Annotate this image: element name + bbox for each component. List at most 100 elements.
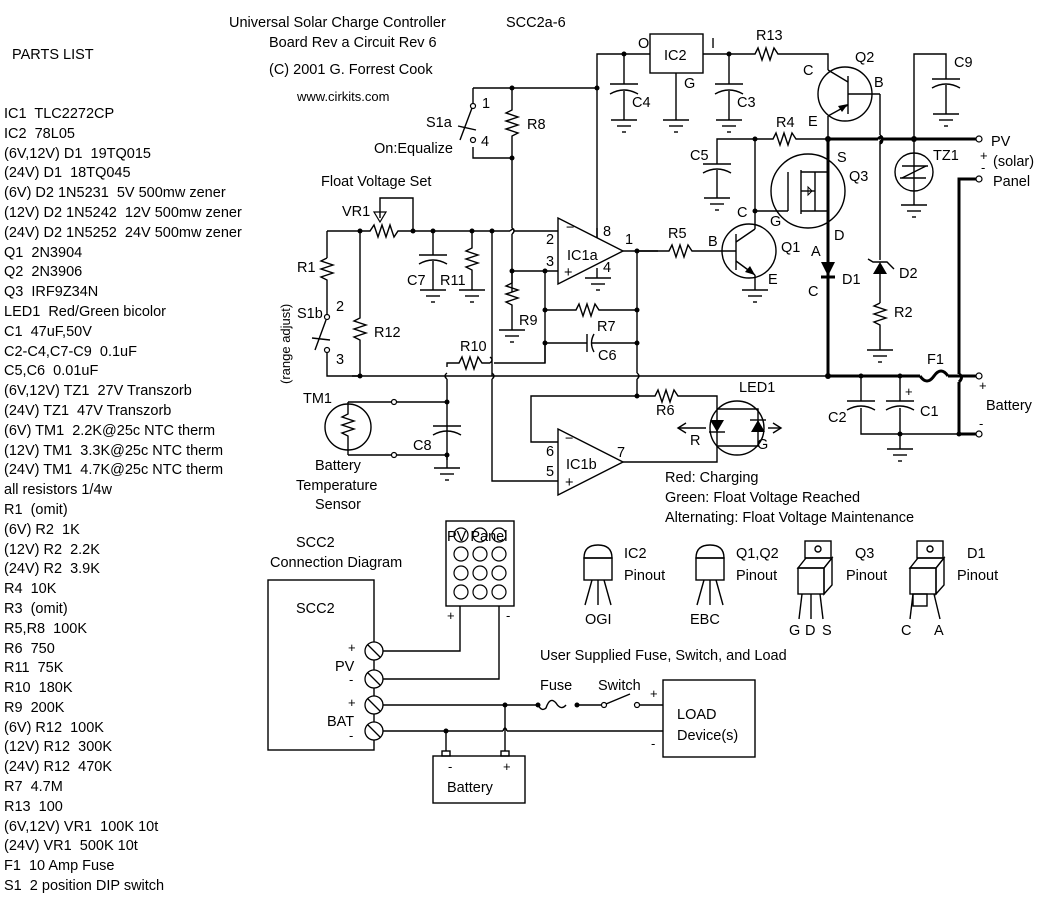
resistor-r8: R8 (503, 88, 546, 158)
pv-cell (472, 584, 488, 600)
temp-sensor-label-3: Sensor (315, 497, 361, 513)
pinout-ic2: OGI IC2 Pinout (583, 544, 665, 628)
header-copyright: (C) 2001 G. Forrest Cook (269, 62, 433, 78)
pv-cell (491, 584, 507, 600)
pv-minus-terminal-label: - (349, 672, 353, 687)
q3-pinout-caption: Pinout (846, 568, 887, 584)
resistor-r5: R5 (637, 226, 706, 260)
potentiometer-vr1: VR1 (327, 197, 414, 240)
resistor-r13: R13 (752, 28, 829, 70)
c2-label: C2 (828, 410, 847, 426)
parts-list-item: (24V) VR1 500K 10t (4, 838, 138, 855)
ic1b-pin6: 6 (546, 444, 554, 460)
resistor-r10: R10 (446, 339, 546, 372)
led-legend-alternating: Alternating: Float Voltage Maintenance (665, 510, 914, 526)
ic1a-pin3: 3 (546, 254, 554, 270)
pv-plus-terminal-label: + (348, 640, 356, 655)
q2-e-label: E (808, 114, 818, 130)
q1-b-label: B (708, 234, 718, 250)
r11-label: R11 (440, 273, 466, 289)
q1-q2-pinout-pins: EBC (690, 612, 720, 628)
connection-title-1: SCC2 (296, 535, 335, 551)
pinout-q1-q2: EBC Q1,Q2 Pinout (690, 544, 779, 628)
r9-label: R9 (519, 313, 538, 329)
q1-c-label: C (737, 205, 747, 221)
led-legend-green: Green: Float Voltage Reached (665, 490, 860, 506)
pv-cell (472, 565, 488, 581)
battery-terminal-plus: + (503, 759, 511, 774)
led1-bicolor: LED1 R G (676, 380, 783, 456)
d1-pinout-name: D1 (967, 546, 986, 562)
pinout-q3: G D S Q3 Pinout (789, 540, 887, 639)
ic2-o-label: O (638, 36, 649, 52)
battery-label: Battery (986, 398, 1033, 414)
capacitor-c5: C5 (690, 138, 755, 211)
s1b-label: S1b (297, 306, 323, 322)
ic2-label: IC2 (664, 48, 687, 64)
r7-label: R7 (597, 319, 616, 335)
opamp-ic1b: − + IC1b 6 5 7 (546, 427, 625, 497)
ic1b-label: IC1b (566, 457, 597, 473)
resistor-r6: R6 (637, 387, 718, 419)
r4-label: R4 (776, 115, 795, 131)
user-supplied-title: User Supplied Fuse, Switch, and Load (540, 648, 787, 664)
battery-minus-label: - (979, 416, 983, 431)
connection-title-2: Connection Diagram (270, 555, 402, 571)
d1-pin-c: C (901, 623, 911, 639)
ic1b-pin5: 5 (546, 464, 554, 480)
parts-list-item: F1 10 Amp Fuse (4, 858, 115, 875)
capacitor-c1: + C1 (885, 376, 939, 462)
temp-sensor-label-2: Temperature (296, 478, 377, 494)
range-adjust-label: (range adjust) (278, 304, 293, 384)
bat-minus-terminal-label: - (349, 728, 353, 743)
ic1a-pin2: 2 (546, 232, 554, 248)
d2-label: D2 (899, 266, 918, 282)
user-fuse-label: Fuse (540, 678, 572, 694)
pv-solar-label: (solar) (993, 154, 1034, 170)
ic1a-pin4: 4 (603, 260, 611, 276)
capacitor-c7: C7 (407, 231, 448, 303)
battery-box-label: Battery (447, 780, 494, 796)
led-r-label: R (690, 433, 700, 449)
tz1-label: TZ1 (933, 148, 959, 164)
fuse-f1: F1 (918, 352, 950, 383)
d1-pin-a: A (934, 623, 944, 639)
resistor-r2: R2 (866, 302, 913, 363)
ic2-g-label: G (684, 76, 695, 92)
q3-pin-g: G (789, 623, 800, 639)
switch-s1b: S1b 2 3 (297, 299, 360, 377)
c3-label: C3 (737, 95, 756, 111)
s1b-pin2-label: 2 (336, 299, 344, 315)
led1-label: LED1 (739, 380, 775, 396)
transzorb-tz1: TZ1 (894, 139, 959, 218)
ic1a-pin8: 8 (603, 224, 611, 240)
q2-b-label: B (874, 75, 884, 91)
header-model: SCC2a-6 (506, 15, 566, 31)
r2-label: R2 (894, 305, 913, 321)
q3-g-label: G (770, 214, 781, 230)
ic2-pinout-name: IC2 (624, 546, 647, 562)
q1-q2-pinout-name: Q1,Q2 (736, 546, 779, 562)
r5-label: R5 (668, 226, 687, 242)
scc2-box-label: SCC2 (296, 601, 335, 617)
led-g-label: G (757, 437, 768, 453)
q3-s-label: S (837, 150, 847, 166)
user-switch-label: Switch (598, 678, 641, 694)
opamp-ic1a: − + IC1a 2 3 8 1 4 (546, 216, 633, 291)
schematic: Universal Solar Charge Controller SCC2a-… (229, 15, 1034, 804)
c8-label: C8 (413, 438, 432, 454)
s1a-pin1-label: 1 (482, 96, 490, 112)
d1-c-label: C (808, 284, 818, 300)
resistor-r11: R11 (440, 231, 486, 303)
parts-list-item: S1 2 position DIP switch (4, 878, 165, 895)
ic1a-pin1: 1 (625, 232, 633, 248)
pv-cell (453, 565, 469, 581)
resistor-r9: R9 (498, 271, 538, 343)
pv-label: PV (991, 134, 1011, 150)
d1-pinout-caption: Pinout (957, 568, 998, 584)
pv-cell (491, 565, 507, 581)
pv-cell (491, 546, 507, 562)
r8-label: R8 (527, 117, 546, 133)
q3-pin-d: D (805, 623, 815, 639)
transistor-q1: Q1 B C E (706, 205, 800, 303)
